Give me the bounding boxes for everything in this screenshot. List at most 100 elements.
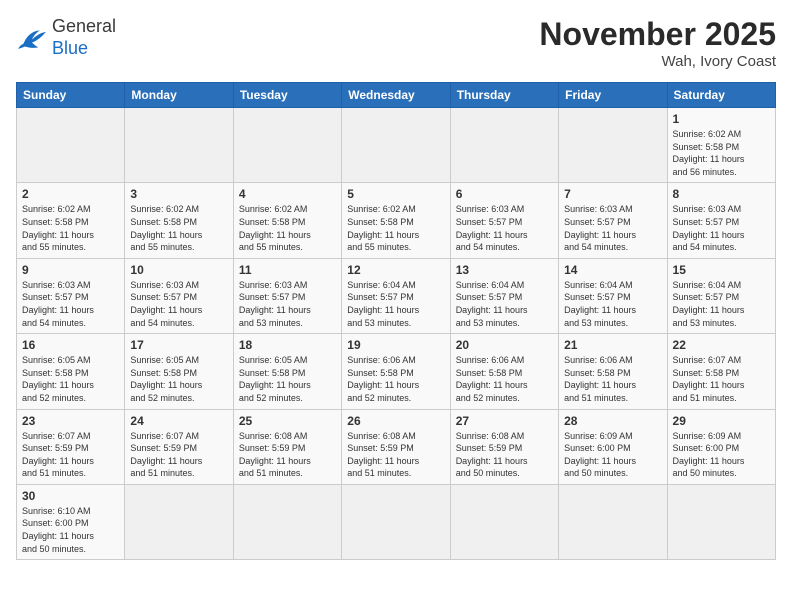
calendar-cell: 24 Sunrise: 6:07 AM Sunset: 5:59 PM Dayli… (125, 409, 233, 484)
month-title: November 2025 (539, 16, 776, 53)
day-info: Sunrise: 6:04 AM Sunset: 5:57 PM Dayligh… (347, 279, 444, 329)
day-info: Sunrise: 6:02 AM Sunset: 5:58 PM Dayligh… (239, 203, 336, 253)
day-info: Sunrise: 6:06 AM Sunset: 5:58 PM Dayligh… (456, 354, 553, 404)
calendar-cell: 25 Sunrise: 6:08 AM Sunset: 5:59 PM Dayli… (233, 409, 341, 484)
calendar-cell: 21Sunrise: 6:06 AM Sunset: 5:58 PM Dayli… (559, 334, 667, 409)
day-info: Sunrise: 6:08 AM Sunset: 5:59 PM Dayligh… (239, 430, 336, 480)
day-info: Sunrise: 6:03 AM Sunset: 5:57 PM Dayligh… (22, 279, 119, 329)
calendar-cell (450, 484, 558, 559)
day-number: 27 (456, 414, 553, 428)
calendar-week-4: 23 Sunrise: 6:07 AM Sunset: 5:59 PM Dayli… (17, 409, 776, 484)
day-number: 25 (239, 414, 336, 428)
calendar-cell: 5 Sunrise: 6:02 AM Sunset: 5:58 PM Daylig… (342, 183, 450, 258)
weekday-header-monday: Monday (125, 83, 233, 108)
day-number: 23 (22, 414, 119, 428)
calendar-week-0: 1 Sunrise: 6:02 AM Sunset: 5:58 PM Daylig… (17, 108, 776, 183)
logo: General Blue (16, 16, 116, 59)
calendar-cell: 8Sunrise: 6:03 AM Sunset: 5:57 PM Daylig… (667, 183, 775, 258)
weekday-header-sunday: Sunday (17, 83, 125, 108)
calendar-cell: 13 Sunrise: 6:04 AM Sunset: 5:57 PM Dayli… (450, 258, 558, 333)
day-info: Sunrise: 6:10 AM Sunset: 6:00 PM Dayligh… (22, 505, 119, 555)
day-number: 4 (239, 187, 336, 201)
day-info: Sunrise: 6:02 AM Sunset: 5:58 PM Dayligh… (22, 203, 119, 253)
calendar-cell: 9 Sunrise: 6:03 AM Sunset: 5:57 PM Daylig… (17, 258, 125, 333)
day-number: 7 (564, 187, 661, 201)
logo-general: General (52, 16, 116, 36)
day-info: Sunrise: 6:07 AM Sunset: 5:59 PM Dayligh… (130, 430, 227, 480)
day-number: 18 (239, 338, 336, 352)
title-block: November 2025 Wah, Ivory Coast (539, 16, 776, 70)
day-info: Sunrise: 6:03 AM Sunset: 5:57 PM Dayligh… (239, 279, 336, 329)
day-number: 9 (22, 263, 119, 277)
day-info: Sunrise: 6:02 AM Sunset: 5:58 PM Dayligh… (130, 203, 227, 253)
calendar-cell (125, 108, 233, 183)
day-number: 26 (347, 414, 444, 428)
calendar-cell (450, 108, 558, 183)
day-info: Sunrise: 6:09 AM Sunset: 6:00 PM Dayligh… (564, 430, 661, 480)
day-info: Sunrise: 6:06 AM Sunset: 5:58 PM Dayligh… (347, 354, 444, 404)
day-number: 24 (130, 414, 227, 428)
calendar-cell: 17 Sunrise: 6:05 AM Sunset: 5:58 PM Dayli… (125, 334, 233, 409)
day-number: 11 (239, 263, 336, 277)
calendar-cell: 26Sunrise: 6:08 AM Sunset: 5:59 PM Dayli… (342, 409, 450, 484)
day-number: 1 (673, 112, 770, 126)
day-info: Sunrise: 6:09 AM Sunset: 6:00 PM Dayligh… (673, 430, 770, 480)
day-number: 22 (673, 338, 770, 352)
day-info: Sunrise: 6:05 AM Sunset: 5:58 PM Dayligh… (130, 354, 227, 404)
day-info: Sunrise: 6:07 AM Sunset: 5:59 PM Dayligh… (22, 430, 119, 480)
calendar-week-5: 30 Sunrise: 6:10 AM Sunset: 6:00 PM Dayli… (17, 484, 776, 559)
day-number: 16 (22, 338, 119, 352)
day-number: 6 (456, 187, 553, 201)
calendar-cell (233, 108, 341, 183)
weekday-header-wednesday: Wednesday (342, 83, 450, 108)
logo-icon (16, 24, 48, 52)
calendar-cell: 7Sunrise: 6:03 AM Sunset: 5:57 PM Daylig… (559, 183, 667, 258)
day-number: 14 (564, 263, 661, 277)
day-info: Sunrise: 6:03 AM Sunset: 5:57 PM Dayligh… (456, 203, 553, 253)
calendar-cell: 11 Sunrise: 6:03 AM Sunset: 5:57 PM Dayli… (233, 258, 341, 333)
calendar-cell: 30 Sunrise: 6:10 AM Sunset: 6:00 PM Dayli… (17, 484, 125, 559)
page-header: General Blue November 2025 Wah, Ivory Co… (16, 16, 776, 70)
calendar-cell (667, 484, 775, 559)
calendar-cell: 15 Sunrise: 6:04 AM Sunset: 5:57 PM Dayli… (667, 258, 775, 333)
day-info: Sunrise: 6:04 AM Sunset: 5:57 PM Dayligh… (673, 279, 770, 329)
calendar-cell (342, 484, 450, 559)
weekday-header-row: SundayMondayTuesdayWednesdayThursdayFrid… (17, 83, 776, 108)
day-number: 10 (130, 263, 227, 277)
calendar-cell: 12Sunrise: 6:04 AM Sunset: 5:57 PM Dayli… (342, 258, 450, 333)
day-info: Sunrise: 6:05 AM Sunset: 5:58 PM Dayligh… (239, 354, 336, 404)
day-info: Sunrise: 6:02 AM Sunset: 5:58 PM Dayligh… (347, 203, 444, 253)
logo-text: General Blue (52, 16, 116, 59)
calendar-cell: 6 Sunrise: 6:03 AM Sunset: 5:57 PM Daylig… (450, 183, 558, 258)
weekday-header-thursday: Thursday (450, 83, 558, 108)
calendar-cell (342, 108, 450, 183)
calendar-table: SundayMondayTuesdayWednesdayThursdayFrid… (16, 82, 776, 560)
day-number: 17 (130, 338, 227, 352)
weekday-header-tuesday: Tuesday (233, 83, 341, 108)
calendar-cell: 19 Sunrise: 6:06 AM Sunset: 5:58 PM Dayli… (342, 334, 450, 409)
day-number: 30 (22, 489, 119, 503)
calendar-cell: 29Sunrise: 6:09 AM Sunset: 6:00 PM Dayli… (667, 409, 775, 484)
day-number: 19 (347, 338, 444, 352)
calendar-cell (233, 484, 341, 559)
calendar-cell: 1 Sunrise: 6:02 AM Sunset: 5:58 PM Daylig… (667, 108, 775, 183)
calendar-cell: 2Sunrise: 6:02 AM Sunset: 5:58 PM Daylig… (17, 183, 125, 258)
calendar-cell (17, 108, 125, 183)
day-info: Sunrise: 6:08 AM Sunset: 5:59 PM Dayligh… (456, 430, 553, 480)
calendar-cell (559, 484, 667, 559)
day-info: Sunrise: 6:04 AM Sunset: 5:57 PM Dayligh… (564, 279, 661, 329)
weekday-header-friday: Friday (559, 83, 667, 108)
day-number: 5 (347, 187, 444, 201)
calendar-week-2: 9 Sunrise: 6:03 AM Sunset: 5:57 PM Daylig… (17, 258, 776, 333)
calendar-cell: 4 Sunrise: 6:02 AM Sunset: 5:58 PM Daylig… (233, 183, 341, 258)
day-number: 15 (673, 263, 770, 277)
day-info: Sunrise: 6:03 AM Sunset: 5:57 PM Dayligh… (673, 203, 770, 253)
calendar-cell: 10Sunrise: 6:03 AM Sunset: 5:57 PM Dayli… (125, 258, 233, 333)
day-info: Sunrise: 6:02 AM Sunset: 5:58 PM Dayligh… (673, 128, 770, 178)
day-info: Sunrise: 6:04 AM Sunset: 5:57 PM Dayligh… (456, 279, 553, 329)
calendar-cell: 23 Sunrise: 6:07 AM Sunset: 5:59 PM Dayli… (17, 409, 125, 484)
day-number: 28 (564, 414, 661, 428)
calendar-cell: 27 Sunrise: 6:08 AM Sunset: 5:59 PM Dayli… (450, 409, 558, 484)
day-number: 13 (456, 263, 553, 277)
calendar-cell (559, 108, 667, 183)
